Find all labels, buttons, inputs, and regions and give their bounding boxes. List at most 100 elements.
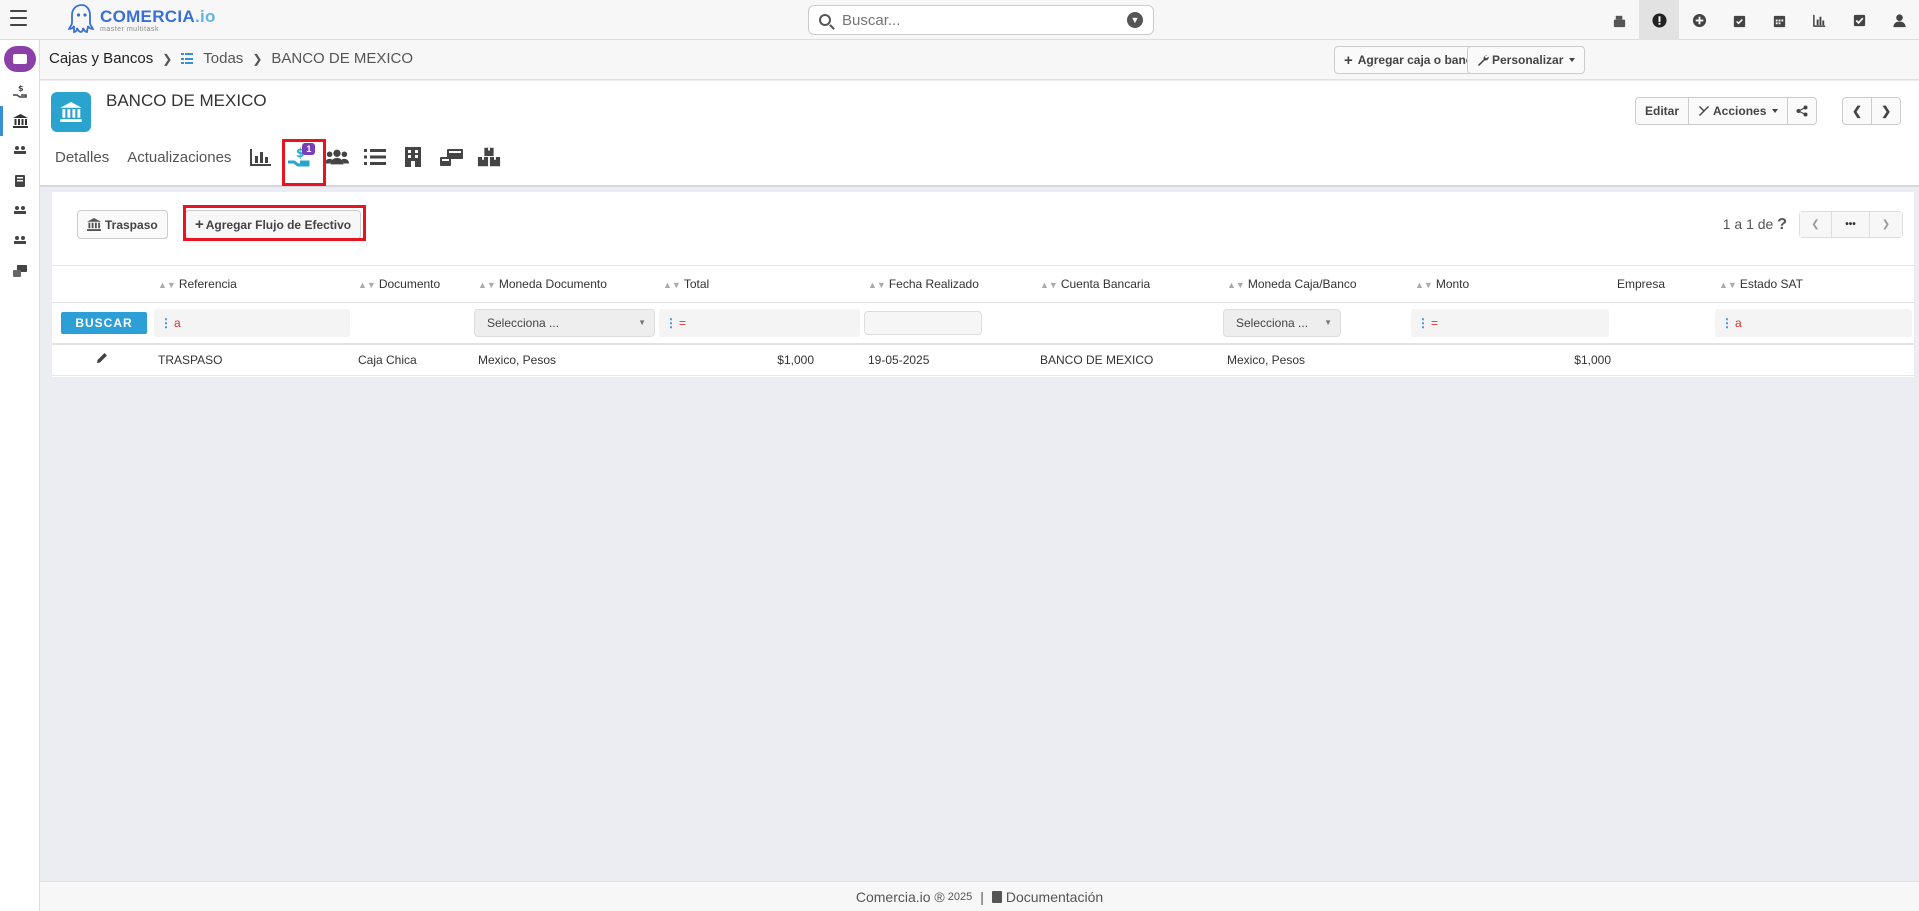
table-row[interactable]: TRASPASO Caja Chica Mexico, Pesos $1,000… bbox=[52, 344, 1914, 376]
cell-cuenta[interactable]: BANCO DE MEXICO bbox=[1034, 344, 1221, 376]
filter-moneda-documento-cell: Selecciona ... ▼ bbox=[472, 302, 657, 345]
bank-record-icon bbox=[51, 92, 91, 132]
tab-companies[interactable] bbox=[401, 145, 425, 169]
tab-inventory[interactable] bbox=[477, 145, 501, 169]
footer-year: 2025 bbox=[947, 890, 973, 903]
caret-down-icon bbox=[1569, 58, 1576, 62]
menu-icon[interactable] bbox=[10, 10, 27, 26]
cell-documento[interactable]: Caja Chica bbox=[352, 344, 472, 376]
column-header-moneda-documento[interactable]: ▲▼ Moneda Documento bbox=[472, 266, 657, 303]
page-footer: Comercia.io ® 2025 | Documentación bbox=[40, 881, 1919, 911]
column-header-referencia[interactable]: ▲▼ Referencia bbox=[152, 266, 352, 303]
cash-register-icon[interactable] bbox=[1599, 0, 1639, 40]
help-icon[interactable]: ? bbox=[1777, 216, 1787, 233]
filter-monto-input[interactable]: ⋮ = bbox=[1411, 308, 1609, 337]
filter-total-input[interactable]: ⋮ = bbox=[659, 308, 860, 337]
column-label: Monto bbox=[1435, 276, 1470, 291]
filter-cuenta-cell bbox=[1034, 302, 1221, 345]
bar-chart-icon bbox=[250, 149, 272, 166]
breadcrumb-all-link[interactable]: Todas bbox=[181, 50, 243, 67]
column-label: Estado SAT bbox=[1739, 276, 1803, 291]
footer-brand: Comercia.io ® bbox=[855, 888, 945, 905]
column-header-documento[interactable]: ▲▼ Documento bbox=[352, 266, 472, 303]
cashflow-tab-highlight bbox=[282, 139, 326, 186]
tab-payments[interactable] bbox=[439, 145, 464, 169]
chevron-down-icon[interactable]: ▼ bbox=[1127, 12, 1143, 28]
column-header-moneda-caja[interactable]: ▲▼ Moneda Caja/Banco bbox=[1221, 266, 1409, 303]
sidebar-item-cash-hand[interactable]: $ bbox=[0, 76, 40, 106]
logo-wordmark: COMERCIA.io bbox=[100, 6, 216, 26]
previous-record-button[interactable]: ❮ bbox=[1842, 97, 1873, 125]
filter-operator: a bbox=[1735, 315, 1742, 330]
record-nav: ❮ ❯ bbox=[1842, 97, 1902, 125]
sat-money-icon bbox=[14, 206, 26, 214]
actions-dropdown[interactable]: Acciones bbox=[1689, 97, 1789, 125]
prev-page-button[interactable]: ❮ bbox=[1800, 212, 1832, 237]
breadcrumb-current: BANCO DE MEXICO bbox=[271, 50, 414, 67]
moneda-documento-select[interactable]: Selecciona ... ▼ bbox=[474, 308, 655, 337]
sidebar-item-sat[interactable] bbox=[0, 136, 40, 166]
breadcrumb-root[interactable]: Cajas y Bancos bbox=[49, 50, 153, 67]
filter-moneda-caja-cell: Selecciona ... ▼ bbox=[1221, 302, 1409, 345]
book-icon bbox=[991, 890, 1002, 903]
filter-referencia-input[interactable]: ⋮ a bbox=[154, 308, 350, 337]
column-header-estado-sat[interactable]: ▲▼ Estado SAT bbox=[1713, 266, 1914, 303]
cash-bank-module-icon[interactable] bbox=[3, 46, 36, 72]
column-label: Referencia bbox=[178, 276, 237, 291]
svg-text:$: $ bbox=[18, 84, 24, 93]
sidebar-item-payments[interactable] bbox=[0, 256, 40, 286]
breadcrumb: Cajas y Bancos ❯ Todas ❯ BANCO DE MEXICO bbox=[49, 50, 413, 67]
next-page-button[interactable]: ❯ bbox=[1870, 212, 1902, 237]
customize-button[interactable]: Personalizar bbox=[1467, 46, 1586, 74]
sidebar-item-sat-money[interactable] bbox=[0, 196, 40, 226]
fecha-filter-input[interactable] bbox=[864, 310, 982, 335]
calendar-icon[interactable] bbox=[1759, 0, 1799, 40]
tab-updates[interactable]: Actualizaciones bbox=[127, 149, 231, 166]
app-logo[interactable]: COMERCIA.io master multitask bbox=[68, 3, 216, 37]
cell-empresa bbox=[1611, 344, 1713, 376]
plus-circle-icon[interactable] bbox=[1679, 0, 1719, 40]
sidebar-item-book[interactable] bbox=[0, 166, 40, 196]
pencil-icon[interactable] bbox=[96, 352, 108, 364]
column-header-fecha[interactable]: ▲▼ Fecha Realizado bbox=[862, 266, 1034, 303]
moneda-caja-select[interactable]: Selecciona ... ▼ bbox=[1223, 308, 1341, 337]
filter-fecha-cell bbox=[862, 302, 1034, 345]
filter-operator: a bbox=[174, 315, 181, 330]
documentation-link[interactable]: Documentación bbox=[1006, 889, 1103, 905]
sidebar-item-sat-users[interactable] bbox=[0, 226, 40, 256]
cell-fecha: 19-05-2025 bbox=[862, 344, 1034, 376]
chevron-right-icon: ❯ bbox=[1881, 104, 1892, 118]
tab-contacts[interactable] bbox=[325, 145, 350, 169]
column-label: Total bbox=[683, 276, 710, 291]
tab-details[interactable]: Detalles bbox=[55, 149, 109, 166]
column-header-monto[interactable]: ▲▼ Monto bbox=[1409, 266, 1611, 303]
tab-list[interactable] bbox=[363, 145, 387, 169]
select-value: Selecciona ... bbox=[1236, 315, 1309, 330]
column-label: Documento bbox=[378, 276, 441, 291]
sort-icon: ▲▼ bbox=[1415, 279, 1433, 290]
edit-button[interactable]: Editar bbox=[1635, 97, 1690, 125]
more-pages-button[interactable]: ••• bbox=[1832, 212, 1870, 237]
global-search[interactable]: ▼ bbox=[808, 5, 1154, 35]
column-header-cuenta[interactable]: ▲▼ Cuenta Bancaria bbox=[1034, 266, 1221, 303]
search-button[interactable]: BUSCAR bbox=[61, 311, 147, 334]
column-header-empresa: Empresa bbox=[1611, 266, 1713, 303]
user-icon[interactable] bbox=[1879, 0, 1919, 40]
bank-icon bbox=[87, 218, 101, 231]
filter-estado-sat-input[interactable]: ⋮ a bbox=[1715, 308, 1912, 337]
calendar-check-icon[interactable] bbox=[1719, 0, 1759, 40]
search-input[interactable] bbox=[842, 11, 1127, 29]
alert-icon[interactable] bbox=[1639, 0, 1679, 40]
pagination-summary: 1 a 1 de ? bbox=[1723, 216, 1787, 234]
sidebar-item-banks[interactable] bbox=[0, 106, 40, 136]
next-record-button[interactable]: ❯ bbox=[1872, 97, 1902, 125]
tab-chart[interactable] bbox=[249, 145, 273, 169]
column-header-total[interactable]: ▲▼ Total bbox=[657, 266, 862, 303]
checkbox-icon[interactable] bbox=[1839, 0, 1879, 40]
list-icon bbox=[181, 53, 194, 64]
chart-icon[interactable] bbox=[1799, 0, 1839, 40]
sort-icon: ▲▼ bbox=[158, 279, 176, 290]
sort-icon: ▲▼ bbox=[478, 279, 496, 290]
transfer-button[interactable]: Traspaso bbox=[77, 210, 168, 239]
share-button[interactable] bbox=[1788, 97, 1818, 125]
